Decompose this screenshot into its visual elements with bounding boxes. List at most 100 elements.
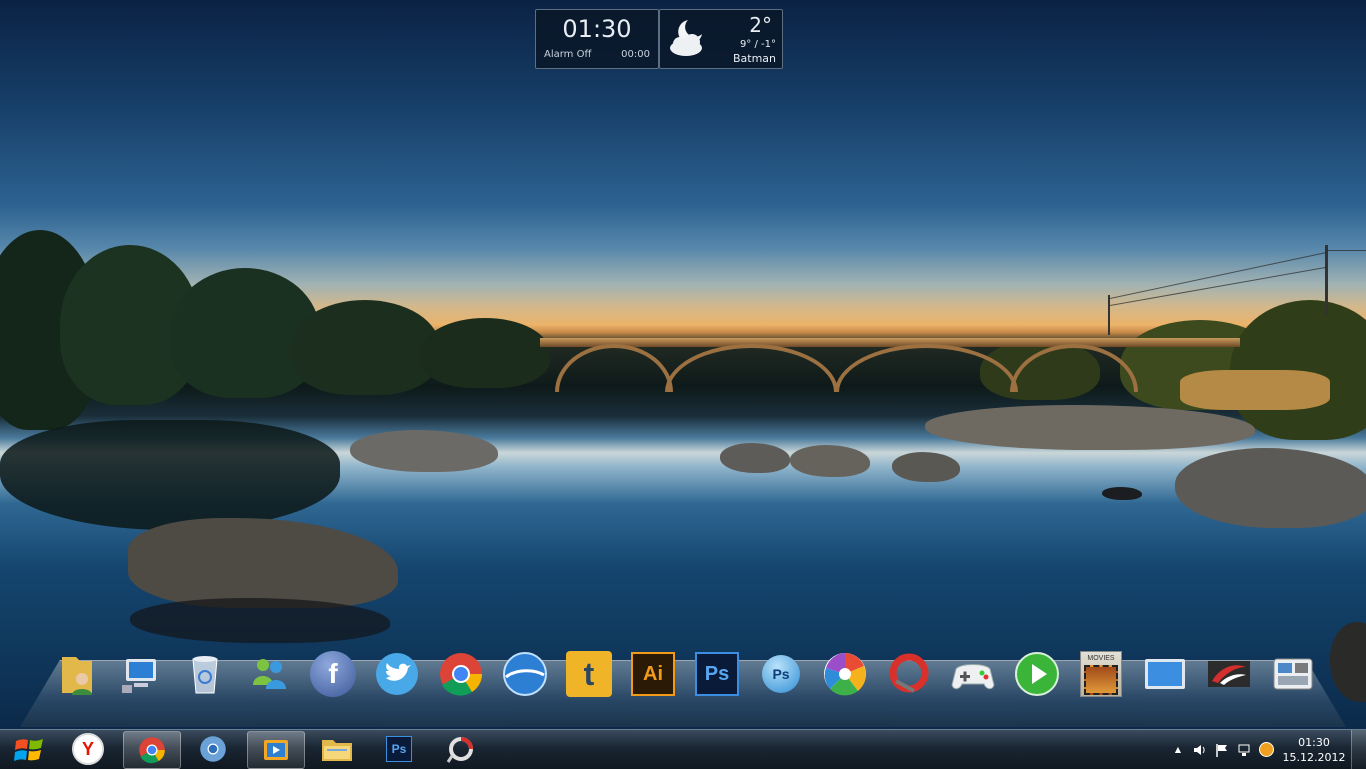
computer-icon [122, 659, 156, 693]
taskbar-button-explorer[interactable] [309, 731, 365, 767]
power-line [1109, 266, 1327, 306]
rock [892, 452, 960, 482]
media-player-icon [264, 740, 288, 760]
facebook-icon: f [310, 651, 356, 697]
taskbar-button-app-ring[interactable] [433, 731, 489, 767]
show-desktop-button[interactable] [1351, 730, 1366, 769]
dock-item-user-folder[interactable] [45, 646, 109, 702]
dock-item-movies[interactable]: MOVIES [1069, 646, 1133, 702]
clock-time: 01:30 [562, 15, 632, 43]
alarm-time: 00:00 [621, 49, 650, 60]
action-center-flag-icon[interactable] [1211, 739, 1233, 761]
weather-gadget[interactable]: 2° 9° / -1° Batman [659, 9, 783, 69]
power-pole [1108, 295, 1110, 335]
dock-item-gamepad[interactable] [941, 646, 1005, 702]
yandex-icon: Y [72, 733, 104, 765]
gamepad-icon [951, 664, 995, 690]
recycle-bin-icon [192, 656, 218, 694]
folder-icon [322, 740, 352, 761]
display-icon [1145, 659, 1185, 689]
messenger-icon [253, 659, 286, 689]
taskbar-button-media-player[interactable] [247, 731, 305, 769]
chrome-icon [139, 737, 165, 764]
rock [1102, 487, 1142, 500]
movies-icon: MOVIES [1080, 651, 1122, 697]
taskbar: Y Ps ▲ 01:30 15.12.2012 [0, 729, 1366, 769]
desktop-wallpaper [0, 0, 1366, 730]
start-button[interactable] [6, 732, 52, 768]
dock-item-tumblr[interactable]: t [557, 646, 621, 702]
dock-item-control-panel[interactable] [1261, 646, 1325, 702]
tray-expand-icon[interactable]: ▲ [1167, 739, 1189, 761]
tree [420, 318, 550, 388]
movies-label: MOVIES [1087, 655, 1115, 662]
user-folder-icon [62, 657, 92, 695]
play-icon [1015, 652, 1059, 696]
taskbar-button-chromium[interactable] [185, 731, 241, 767]
dock-item-media-player[interactable] [1005, 646, 1069, 702]
power-pole [1325, 245, 1328, 315]
rock [350, 430, 498, 472]
rock [1330, 622, 1366, 702]
twitter-icon [376, 653, 418, 695]
dock-item-photoshop-elements[interactable]: Ps [749, 646, 813, 702]
weather-temperature: 2° [749, 13, 772, 37]
dock-item-google-earth[interactable] [493, 646, 557, 702]
ring-icon [446, 737, 473, 763]
dock-item-chrome[interactable] [429, 646, 493, 702]
rock [720, 443, 790, 473]
dock-item-facebook[interactable]: f [301, 646, 365, 702]
rock [790, 445, 870, 477]
network-icon[interactable] [1233, 739, 1255, 761]
power-line [1327, 250, 1366, 251]
tumblr-icon: t [566, 651, 612, 697]
system-tray: ▲ 01:30 15.12.2012 [1167, 730, 1366, 769]
chrome-icon [440, 653, 483, 696]
photoshop-icon: Ps [386, 736, 412, 762]
taskbar-button-yandex[interactable]: Y [60, 731, 116, 767]
moon-cloud-icon [670, 20, 702, 56]
bridge-arch [835, 344, 1018, 392]
rock [128, 518, 398, 608]
dock-item-photoshop[interactable]: Ps [685, 646, 749, 702]
rock [1175, 448, 1366, 528]
bridge-arch [555, 344, 673, 392]
dock-item-messenger[interactable] [237, 646, 301, 702]
taskbar-date: 15.12.2012 [1282, 750, 1346, 764]
dock-item-illustrator[interactable]: Ai [621, 646, 685, 702]
photoshop-elements-icon: Ps [762, 655, 800, 693]
google-earth-icon [503, 652, 547, 696]
tree [1180, 370, 1330, 410]
alarm-status: Alarm Off [544, 49, 592, 60]
taskbar-time: 01:30 [1298, 735, 1330, 749]
dock-item-recycle-bin[interactable] [173, 646, 237, 702]
speaker-icon[interactable] [1189, 739, 1211, 761]
app-tray-icon[interactable] [1255, 739, 1277, 761]
tree [290, 300, 440, 395]
power-line [1109, 252, 1326, 299]
weather-range: 9° / -1° [739, 39, 776, 50]
rock [925, 405, 1255, 450]
dock-item-swoosh[interactable] [1197, 646, 1261, 702]
chromium-icon [200, 736, 226, 762]
dock-item-display[interactable] [1133, 646, 1197, 702]
clock-gadget[interactable]: 01:30 Alarm Off 00:00 [535, 9, 659, 69]
bridge-arch [665, 344, 838, 392]
ccleaner-icon [889, 653, 929, 693]
windows-start-icon [14, 739, 43, 761]
tree [0, 420, 340, 530]
dock-item-ccleaner[interactable] [877, 646, 941, 702]
illustrator-icon: Ai [631, 652, 675, 696]
dock-item-picasa[interactable] [813, 646, 877, 702]
picasa-icon [824, 653, 866, 696]
taskbar-clock[interactable]: 01:30 15.12.2012 [1277, 735, 1351, 765]
dock: f t Ai Ps Ps MOVIES [45, 646, 1325, 702]
taskbar-button-photoshop[interactable]: Ps [371, 731, 427, 767]
weather-location: Batman [732, 52, 776, 65]
dock-item-twitter[interactable] [365, 646, 429, 702]
swoosh-icon [1208, 661, 1250, 687]
bridge [540, 338, 1240, 347]
dock-item-computer[interactable] [109, 646, 173, 702]
taskbar-button-chrome[interactable] [123, 731, 181, 769]
control-panel-icon [1273, 658, 1313, 690]
